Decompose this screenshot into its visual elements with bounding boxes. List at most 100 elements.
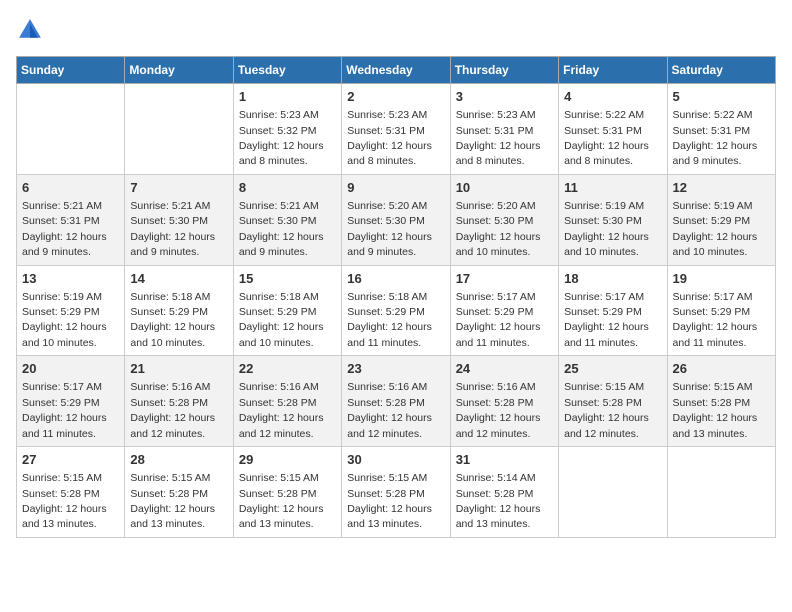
day-number: 5 — [673, 88, 770, 106]
calendar-cell: 23 Sunrise: 5:16 AMSunset: 5:28 PMDayligh… — [342, 356, 450, 447]
day-info: Sunrise: 5:22 AMSunset: 5:31 PMDaylight:… — [564, 109, 649, 167]
header-row: SundayMondayTuesdayWednesdayThursdayFrid… — [17, 57, 776, 84]
calendar-cell: 27 Sunrise: 5:15 AMSunset: 5:28 PMDayligh… — [17, 447, 125, 538]
day-number: 26 — [673, 360, 770, 378]
day-info: Sunrise: 5:16 AMSunset: 5:28 PMDaylight:… — [239, 381, 324, 439]
calendar-cell — [667, 447, 775, 538]
day-info: Sunrise: 5:15 AMSunset: 5:28 PMDaylight:… — [673, 381, 758, 439]
day-info: Sunrise: 5:17 AMSunset: 5:29 PMDaylight:… — [564, 291, 649, 349]
day-info: Sunrise: 5:20 AMSunset: 5:30 PMDaylight:… — [456, 200, 541, 258]
calendar-cell: 11Sunrise: 5:19 AMSunset: 5:30 PMDayligh… — [559, 174, 667, 265]
calendar-week-row: 6 Sunrise: 5:21 AMSunset: 5:31 PMDaylight… — [17, 174, 776, 265]
day-info: Sunrise: 5:23 AMSunset: 5:31 PMDaylight:… — [347, 109, 432, 167]
day-number: 15 — [239, 270, 336, 288]
day-info: Sunrise: 5:15 AMSunset: 5:28 PMDaylight:… — [22, 472, 107, 530]
calendar-cell: 13 Sunrise: 5:19 AMSunset: 5:29 PMDayligh… — [17, 265, 125, 356]
day-info: Sunrise: 5:16 AMSunset: 5:28 PMDaylight:… — [456, 381, 541, 439]
day-number: 18 — [564, 270, 661, 288]
day-info: Sunrise: 5:16 AMSunset: 5:28 PMDaylight:… — [130, 381, 215, 439]
day-info: Sunrise: 5:15 AMSunset: 5:28 PMDaylight:… — [239, 472, 324, 530]
logo-icon — [16, 16, 44, 44]
day-info: Sunrise: 5:18 AMSunset: 5:29 PMDaylight:… — [347, 291, 432, 349]
day-number: 4 — [564, 88, 661, 106]
calendar-cell: 29 Sunrise: 5:15 AMSunset: 5:28 PMDayligh… — [233, 447, 341, 538]
calendar-cell: 2 Sunrise: 5:23 AMSunset: 5:31 PMDaylight… — [342, 84, 450, 175]
day-number: 10 — [456, 179, 553, 197]
day-number: 23 — [347, 360, 444, 378]
day-number: 6 — [22, 179, 119, 197]
calendar-week-row: 27 Sunrise: 5:15 AMSunset: 5:28 PMDayligh… — [17, 447, 776, 538]
calendar-cell: 10 Sunrise: 5:20 AMSunset: 5:30 PMDayligh… — [450, 174, 558, 265]
day-info: Sunrise: 5:21 AMSunset: 5:30 PMDaylight:… — [239, 200, 324, 258]
weekday-header: Saturday — [667, 57, 775, 84]
weekday-header: Wednesday — [342, 57, 450, 84]
day-info: Sunrise: 5:16 AMSunset: 5:28 PMDaylight:… — [347, 381, 432, 439]
calendar-cell: 24 Sunrise: 5:16 AMSunset: 5:28 PMDayligh… — [450, 356, 558, 447]
calendar-cell: 8 Sunrise: 5:21 AMSunset: 5:30 PMDaylight… — [233, 174, 341, 265]
day-info: Sunrise: 5:19 AMSunset: 5:29 PMDaylight:… — [22, 291, 107, 349]
calendar-week-row: 13 Sunrise: 5:19 AMSunset: 5:29 PMDayligh… — [17, 265, 776, 356]
day-number: 2 — [347, 88, 444, 106]
day-number: 20 — [22, 360, 119, 378]
day-info: Sunrise: 5:17 AMSunset: 5:29 PMDaylight:… — [22, 381, 107, 439]
day-info: Sunrise: 5:14 AMSunset: 5:28 PMDaylight:… — [456, 472, 541, 530]
calendar-week-row: 20 Sunrise: 5:17 AMSunset: 5:29 PMDayligh… — [17, 356, 776, 447]
calendar-cell: 17Sunrise: 5:17 AMSunset: 5:29 PMDayligh… — [450, 265, 558, 356]
calendar-cell: 4 Sunrise: 5:22 AMSunset: 5:31 PMDaylight… — [559, 84, 667, 175]
day-number: 3 — [456, 88, 553, 106]
day-number: 29 — [239, 451, 336, 469]
calendar-week-row: 1Sunrise: 5:23 AMSunset: 5:32 PMDaylight… — [17, 84, 776, 175]
day-number: 16 — [347, 270, 444, 288]
day-info: Sunrise: 5:15 AMSunset: 5:28 PMDaylight:… — [347, 472, 432, 530]
calendar-cell: 25 Sunrise: 5:15 AMSunset: 5:28 PMDayligh… — [559, 356, 667, 447]
day-info: Sunrise: 5:18 AMSunset: 5:29 PMDaylight:… — [130, 291, 215, 349]
calendar-cell: 26 Sunrise: 5:15 AMSunset: 5:28 PMDayligh… — [667, 356, 775, 447]
calendar-cell: 20 Sunrise: 5:17 AMSunset: 5:29 PMDayligh… — [17, 356, 125, 447]
day-number: 27 — [22, 451, 119, 469]
calendar-cell — [125, 84, 233, 175]
calendar-table: SundayMondayTuesdayWednesdayThursdayFrid… — [16, 56, 776, 538]
day-number: 8 — [239, 179, 336, 197]
day-number: 7 — [130, 179, 227, 197]
calendar-cell: 15 Sunrise: 5:18 AMSunset: 5:29 PMDayligh… — [233, 265, 341, 356]
day-info: Sunrise: 5:22 AMSunset: 5:31 PMDaylight:… — [673, 109, 758, 167]
weekday-header: Tuesday — [233, 57, 341, 84]
day-info: Sunrise: 5:21 AMSunset: 5:31 PMDaylight:… — [22, 200, 107, 258]
day-number: 28 — [130, 451, 227, 469]
day-info: Sunrise: 5:20 AMSunset: 5:30 PMDaylight:… — [347, 200, 432, 258]
calendar-cell — [559, 447, 667, 538]
day-info: Sunrise: 5:17 AMSunset: 5:29 PMDaylight:… — [673, 291, 758, 349]
day-number: 13 — [22, 270, 119, 288]
calendar-cell: 22 Sunrise: 5:16 AMSunset: 5:28 PMDayligh… — [233, 356, 341, 447]
calendar-cell: 31 Sunrise: 5:14 AMSunset: 5:28 PMDayligh… — [450, 447, 558, 538]
day-number: 22 — [239, 360, 336, 378]
calendar-cell: 16 Sunrise: 5:18 AMSunset: 5:29 PMDayligh… — [342, 265, 450, 356]
day-info: Sunrise: 5:17 AMSunset: 5:29 PMDaylight:… — [456, 291, 541, 349]
calendar-cell: 12 Sunrise: 5:19 AMSunset: 5:29 PMDayligh… — [667, 174, 775, 265]
calendar-cell: 5 Sunrise: 5:22 AMSunset: 5:31 PMDaylight… — [667, 84, 775, 175]
calendar-cell — [17, 84, 125, 175]
day-number: 25 — [564, 360, 661, 378]
day-info: Sunrise: 5:15 AMSunset: 5:28 PMDaylight:… — [564, 381, 649, 439]
calendar-cell: 19 Sunrise: 5:17 AMSunset: 5:29 PMDayligh… — [667, 265, 775, 356]
day-number: 31 — [456, 451, 553, 469]
day-number: 21 — [130, 360, 227, 378]
day-info: Sunrise: 5:21 AMSunset: 5:30 PMDaylight:… — [130, 200, 215, 258]
day-number: 11 — [564, 179, 661, 197]
calendar-cell: 14 Sunrise: 5:18 AMSunset: 5:29 PMDayligh… — [125, 265, 233, 356]
day-number: 19 — [673, 270, 770, 288]
weekday-header: Thursday — [450, 57, 558, 84]
calendar-cell: 18 Sunrise: 5:17 AMSunset: 5:29 PMDayligh… — [559, 265, 667, 356]
day-number: 12 — [673, 179, 770, 197]
day-info: Sunrise: 5:23 AMSunset: 5:31 PMDaylight:… — [456, 109, 541, 167]
calendar-cell: 30Sunrise: 5:15 AMSunset: 5:28 PMDayligh… — [342, 447, 450, 538]
calendar-cell: 6 Sunrise: 5:21 AMSunset: 5:31 PMDaylight… — [17, 174, 125, 265]
calendar-cell: 3 Sunrise: 5:23 AMSunset: 5:31 PMDaylight… — [450, 84, 558, 175]
day-number: 14 — [130, 270, 227, 288]
day-info: Sunrise: 5:19 AMSunset: 5:29 PMDaylight:… — [673, 200, 758, 258]
page-header — [16, 16, 776, 44]
calendar-cell: 7 Sunrise: 5:21 AMSunset: 5:30 PMDaylight… — [125, 174, 233, 265]
day-number: 24 — [456, 360, 553, 378]
day-info: Sunrise: 5:18 AMSunset: 5:29 PMDaylight:… — [239, 291, 324, 349]
day-info: Sunrise: 5:15 AMSunset: 5:28 PMDaylight:… — [130, 472, 215, 530]
